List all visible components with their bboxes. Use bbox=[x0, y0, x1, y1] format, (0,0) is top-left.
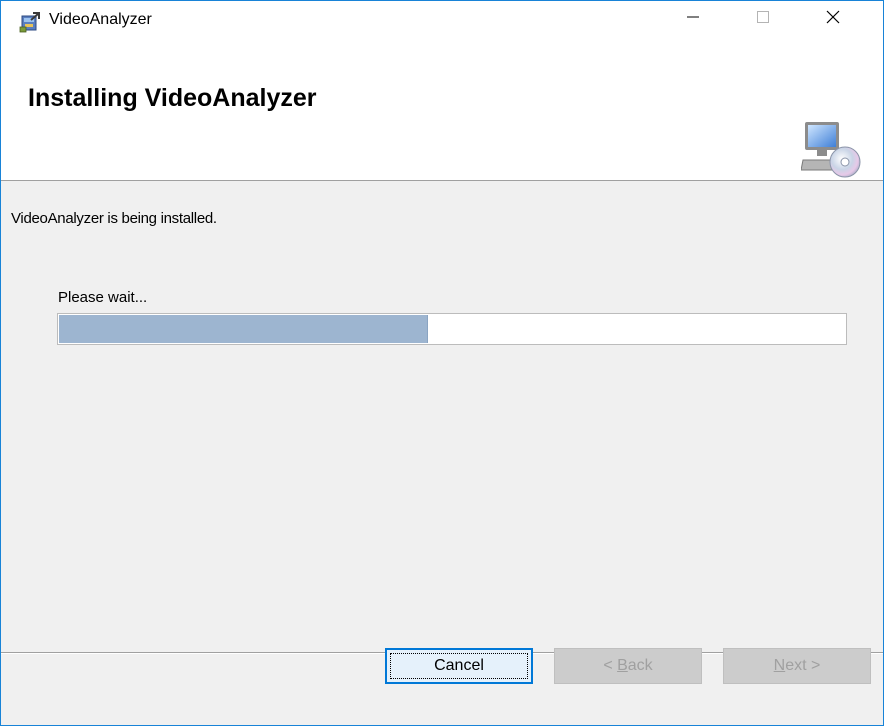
wizard-header: Installing VideoAnalyzer bbox=[1, 38, 883, 181]
minimize-icon bbox=[686, 10, 700, 29]
close-icon bbox=[825, 9, 841, 30]
progress-fill bbox=[59, 315, 429, 343]
minimize-button[interactable] bbox=[658, 1, 728, 38]
title-bar[interactable]: VideoAnalyzer bbox=[1, 1, 883, 38]
close-button[interactable] bbox=[798, 1, 868, 38]
maximize-button[interactable] bbox=[728, 1, 798, 38]
installer-window: VideoAnalyzer Installing VideoAnalyzer V… bbox=[0, 0, 884, 726]
back-button[interactable]: < Back bbox=[554, 648, 702, 684]
window-title: VideoAnalyzer bbox=[49, 11, 152, 28]
install-status-text: VideoAnalyzer is being installed. bbox=[11, 210, 217, 227]
focus-ring bbox=[390, 653, 528, 679]
install-progress-bar bbox=[57, 313, 847, 345]
cancel-button[interactable]: Cancel bbox=[385, 648, 533, 684]
installer-package-icon bbox=[19, 11, 41, 33]
computer-cd-icon bbox=[800, 118, 861, 180]
back-label: < Back bbox=[603, 657, 653, 674]
next-button[interactable]: Next > bbox=[723, 648, 871, 684]
next-label: Next > bbox=[773, 657, 821, 674]
page-title: Installing VideoAnalyzer bbox=[28, 84, 317, 112]
maximize-icon bbox=[756, 10, 770, 29]
progress-label: Please wait... bbox=[58, 289, 148, 306]
